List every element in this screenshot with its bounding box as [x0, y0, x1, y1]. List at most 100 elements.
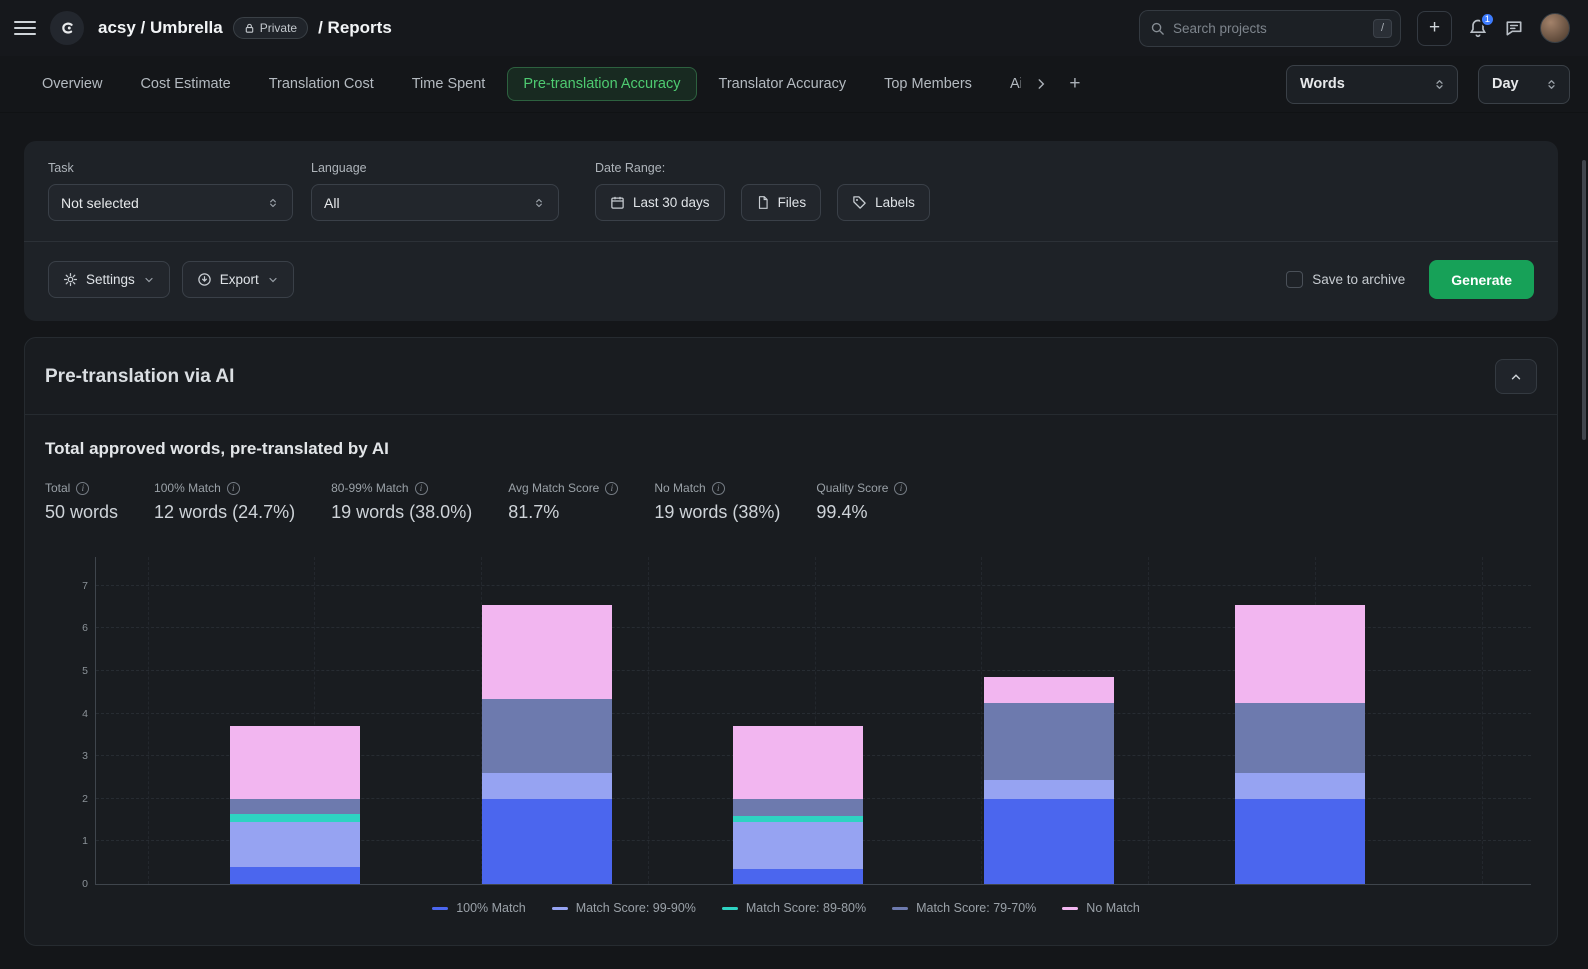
stat-80-99-match: 80-99% Matchi19 words (38.0%): [331, 481, 472, 523]
bar-segment-match-score-79-70-[interactable]: [1235, 703, 1365, 773]
search-box[interactable]: /: [1139, 10, 1401, 47]
unit-select[interactable]: Words: [1286, 65, 1458, 104]
report-tabs-bar: OverviewCost EstimateTranslation CostTim…: [0, 56, 1588, 113]
stat-value: 12 words (24.7%): [154, 502, 295, 523]
language-filter-group: Language All: [311, 161, 559, 221]
tab-top-members[interactable]: Top Members: [868, 67, 988, 101]
labels-button[interactable]: Labels: [837, 184, 930, 221]
bar-segment-100-match[interactable]: [1235, 799, 1365, 884]
bar-segment-100-match[interactable]: [482, 799, 612, 884]
info-icon[interactable]: i: [712, 482, 725, 495]
bar-segment-no-match[interactable]: [733, 726, 863, 798]
search-input[interactable]: [1173, 21, 1365, 36]
bar-segment-match-score-99-90-[interactable]: [984, 780, 1114, 799]
legend-label: Match Score: 99-90%: [576, 901, 696, 915]
create-project-button[interactable]: +: [1417, 11, 1452, 46]
bar-segment-match-score-99-90-[interactable]: [733, 822, 863, 869]
bar-segment-no-match[interactable]: [482, 605, 612, 699]
y-axis-tick-label: 4: [60, 708, 88, 720]
caret-down-icon: [267, 274, 279, 286]
stat-no-match: No Matchi19 words (38%): [654, 481, 780, 523]
tabs-scroll-right-button[interactable]: [1028, 71, 1054, 97]
info-icon[interactable]: i: [415, 482, 428, 495]
tab-ai[interactable]: Ai: [994, 67, 1022, 101]
tab-time-spent[interactable]: Time Spent: [396, 67, 502, 101]
tab-translator-accuracy[interactable]: Translator Accuracy: [703, 67, 863, 101]
generate-button[interactable]: Generate: [1429, 260, 1534, 299]
settings-button[interactable]: Settings: [48, 261, 170, 298]
notifications-button[interactable]: 1: [1468, 18, 1488, 38]
y-axis-tick-label: 6: [60, 622, 88, 634]
date-range-button[interactable]: Last 30 days: [595, 184, 725, 221]
save-to-archive-checkbox[interactable]: [1286, 271, 1303, 288]
info-icon[interactable]: i: [605, 482, 618, 495]
bar-segment-match-score-99-90-[interactable]: [482, 773, 612, 799]
v-gridline: [148, 557, 149, 884]
legend-item-match-score-89-80-[interactable]: Match Score: 89-80%: [722, 901, 866, 915]
export-download-icon: [197, 272, 212, 287]
legend-item-match-score-99-90-[interactable]: Match Score: 99-90%: [552, 901, 696, 915]
stacked-bar-4[interactable]: [984, 677, 1114, 884]
calendar-icon: [610, 195, 625, 210]
filter-row: Task Not selected Language All Date Rang…: [48, 161, 1534, 221]
chart-legend: 100% Match Match Score: 99-90% Match Score…: [41, 901, 1531, 915]
info-icon[interactable]: i: [894, 482, 907, 495]
chevron-right-icon: [1034, 77, 1048, 91]
stacked-bar-3[interactable]: [733, 726, 863, 884]
legend-item-match-score-79-70-[interactable]: Match Score: 79-70%: [892, 901, 1036, 915]
tab-cost-estimate[interactable]: Cost Estimate: [124, 67, 246, 101]
bar-segment-100-match[interactable]: [984, 799, 1114, 884]
bar-segment-match-score-79-70-[interactable]: [482, 699, 612, 774]
stacked-bar-5[interactable]: [1235, 605, 1365, 884]
legend-item-no-match[interactable]: No Match: [1062, 901, 1140, 915]
bar-segment-match-score-79-70-[interactable]: [984, 703, 1114, 780]
y-axis-tick-label: 7: [60, 580, 88, 592]
bar-segment-no-match[interactable]: [984, 677, 1114, 703]
language-select[interactable]: All: [311, 184, 559, 221]
date-range-buttons: Last 30 days Files Labels: [595, 184, 930, 221]
chevron-up-icon: [1509, 370, 1523, 384]
topbar: acsy / Umbrella Private / Reports / + 1: [0, 0, 1588, 56]
stat-value: 19 words (38.0%): [331, 502, 472, 523]
add-report-tab-button[interactable]: +: [1060, 69, 1090, 99]
bar-segment-match-score-99-90-[interactable]: [230, 822, 360, 867]
files-button[interactable]: Files: [741, 184, 822, 221]
period-select[interactable]: Day: [1478, 65, 1570, 104]
page-scrollbar-thumb[interactable]: [1582, 160, 1586, 440]
hamburger-menu-icon[interactable]: [14, 17, 36, 39]
app-logo[interactable]: [50, 11, 84, 45]
legend-label: 100% Match: [456, 901, 525, 915]
collapse-report-button[interactable]: [1495, 359, 1537, 394]
task-select[interactable]: Not selected: [48, 184, 293, 221]
bar-segment-match-score-79-70-[interactable]: [230, 799, 360, 814]
stat-label: Avg Match Score: [508, 481, 599, 495]
bar-segment-match-score-99-90-[interactable]: [1235, 773, 1365, 799]
breadcrumb-project-path[interactable]: acsy / Umbrella: [98, 18, 223, 38]
bar-segment-no-match[interactable]: [1235, 605, 1365, 703]
save-to-archive-option[interactable]: Save to archive: [1286, 271, 1405, 288]
tab-translation-cost[interactable]: Translation Cost: [253, 67, 390, 101]
breadcrumb-page: / Reports: [318, 18, 392, 38]
bar-segment-100-match[interactable]: [230, 867, 360, 884]
tab-overview[interactable]: Overview: [26, 67, 118, 101]
stat-value: 99.4%: [816, 502, 907, 523]
y-axis-tick-label: 3: [60, 750, 88, 762]
user-avatar[interactable]: [1540, 13, 1570, 43]
unit-select-value: Words: [1300, 76, 1345, 92]
info-icon[interactable]: i: [227, 482, 240, 495]
messages-button[interactable]: [1504, 18, 1524, 38]
legend-item-100-match[interactable]: 100% Match: [432, 901, 525, 915]
breadcrumb: acsy / Umbrella Private / Reports: [98, 17, 392, 39]
tab-pre-translation-accuracy[interactable]: Pre-translation Accuracy: [507, 67, 696, 101]
export-button[interactable]: Export: [182, 261, 294, 298]
info-icon[interactable]: i: [76, 482, 89, 495]
search-shortcut-key: /: [1373, 19, 1392, 38]
chart-plot: 01234567: [95, 557, 1531, 885]
tag-icon: [852, 195, 867, 210]
bar-segment-match-score-79-70-[interactable]: [733, 799, 863, 816]
bar-segment-no-match[interactable]: [230, 726, 360, 798]
bar-segment-100-match[interactable]: [733, 869, 863, 884]
stacked-bar-1[interactable]: [230, 726, 360, 884]
bar-segment-match-score-89-80-[interactable]: [230, 814, 360, 823]
stacked-bar-2[interactable]: [482, 605, 612, 884]
